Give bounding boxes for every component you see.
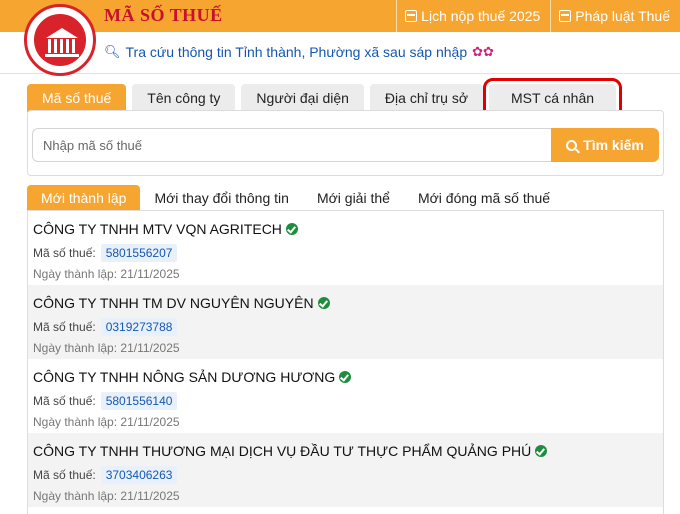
company-name-row: CÔNG TY TNHH NÔNG SẢN DƯƠNG HƯƠNG [33,368,663,386]
site-header: MÃ SỐ THUẾ Lịch nộp thuế 2025 Pháp luật … [0,0,680,76]
verified-check-icon [317,297,330,309]
tax-id-row: Mã số thuế: 3703406263 [33,465,663,485]
flower-icon: ✿✿ [472,44,494,59]
established-date-value: 21/11/2025 [120,415,180,429]
calendar-icon [405,10,418,22]
tax-law-link[interactable]: Pháp luật Thuế [550,0,680,32]
tab-recently-dissolved[interactable]: Mới giải thể [303,185,404,211]
search-button[interactable]: Tìm kiếm [551,128,659,162]
tax-id-row: Mã số thuế: 5801556140 [33,391,663,411]
tab-recently-closed[interactable]: Mới đóng mã số thuế [404,185,564,211]
verified-check-icon [535,445,548,457]
tax-id-label: Mã số thuế: [33,320,96,334]
established-date-label: Ngày thành lập: [33,415,118,429]
document-icon [559,10,572,22]
search-bar: Tìm kiếm [32,128,659,162]
established-date-value: 21/11/2025 [120,341,180,355]
established-date-row: Ngày thành lập: 21/11/2025 [33,415,663,431]
established-date-row: Ngày thành lập: 21/11/2025 [33,489,663,505]
search-icon: 🔍︎ [104,44,121,59]
tax-id-label: Mã số thuế: [33,394,96,408]
tab-personal-tax-id[interactable]: MST cá nhân [483,78,623,118]
tab-address[interactable]: Địa chỉ trụ sở [369,84,484,112]
tab-tax-id[interactable]: Mã số thuế [27,84,127,112]
logo-base-icon [45,54,79,57]
list-item: CÔNG TY TNHH THƯƠNG MẠI DỊCH VỤ ĐẦU TƯ T… [28,433,663,507]
tax-id-value[interactable]: 5801556207 [100,244,178,262]
site-title[interactable]: MÃ SỐ THUẾ [104,5,223,26]
verified-check-icon [339,371,352,383]
tax-id-row: Mã số thuế: 5801556207 [33,243,663,263]
established-date-label: Ngày thành lập: [33,489,118,503]
search-input[interactable] [32,128,551,162]
company-name-link[interactable]: CÔNG TY TNHH THƯƠNG MẠI DỊCH VỤ ĐẦU TƯ T… [33,443,531,459]
company-name-row: CÔNG TY TNHH THƯƠNG MẠI DỊCH VỤ ĐẦU TƯ T… [33,442,663,460]
logo-pillars-icon [48,39,76,53]
tax-id-row: Mã số thuế: 0319273788 [33,317,663,337]
tax-id-value[interactable]: 3703406263 [100,466,178,484]
tax-calendar-label: Lịch nộp thuế 2025 [421,8,541,24]
tax-id-value[interactable]: 0319273788 [100,318,178,336]
search-tabs: Mã số thuế Tên công ty Người đại diện Đị… [27,78,623,118]
tax-law-label: Pháp luật Thuế [575,8,670,24]
established-date-label: Ngày thành lập: [33,341,118,355]
company-name-link[interactable]: CÔNG TY TNHH MTV VQN AGRITECH [33,221,282,237]
tab-company-name[interactable]: Tên công ty [132,84,236,112]
province-lookup-label: Tra cứu thông tin Tỉnh thành, Phường xã … [125,44,468,60]
province-lookup-link[interactable]: 🔍︎ Tra cứu thông tin Tỉnh thành, Phường … [104,44,494,60]
established-date-label: Ngày thành lập: [33,267,118,281]
tax-calendar-link[interactable]: Lịch nộp thuế 2025 [396,0,550,32]
tab-newly-established[interactable]: Mới thành lập [27,185,141,211]
verified-check-icon [285,223,298,235]
established-date-value: 21/11/2025 [120,267,180,281]
logo-emblem [32,12,88,68]
search-button-label: Tìm kiếm [583,137,644,153]
site-logo[interactable] [24,4,96,76]
company-list: CÔNG TY TNHH MTV VQN AGRITECH Mã số thuế… [27,210,664,514]
tax-id-value[interactable]: 5801556140 [100,392,178,410]
tab-recently-changed[interactable]: Mới thay đổi thông tin [140,185,302,211]
list-item: CÔNG TY TNHH MTV VQN AGRITECH Mã số thuế… [28,211,663,285]
established-date-row: Ngày thành lập: 21/11/2025 [33,341,663,357]
established-date-value: 21/11/2025 [120,489,180,503]
list-tabs: Mới thành lập Mới thay đổi thông tin Mới… [27,185,564,211]
established-date-row: Ngày thành lập: 21/11/2025 [33,267,663,283]
top-links: Lịch nộp thuế 2025 Pháp luật Thuế [396,0,680,32]
search-icon [566,139,578,151]
tax-id-label: Mã số thuế: [33,468,96,482]
company-name-row: CÔNG TY TNHH MTV VQN AGRITECH [33,220,663,238]
company-name-link[interactable]: CÔNG TY TNHH NÔNG SẢN DƯƠNG HƯƠNG [33,369,335,385]
company-name-link[interactable]: CÔNG TY TNHH TM DV NGUYÊN NGUYÊN [33,295,314,311]
logo-roof-icon [46,28,78,38]
tab-representative[interactable]: Người đại diện [241,84,364,112]
list-item: CÔNG TY TNHH NÔNG SẢN DƯƠNG HƯƠNG Mã số … [28,359,663,433]
company-name-row: CÔNG TY TNHH TM DV NGUYÊN NGUYÊN [33,294,663,312]
list-item: CÔNG TY TNHH TM DV NGUYÊN NGUYÊN Mã số t… [28,285,663,359]
tax-id-label: Mã số thuế: [33,246,96,260]
